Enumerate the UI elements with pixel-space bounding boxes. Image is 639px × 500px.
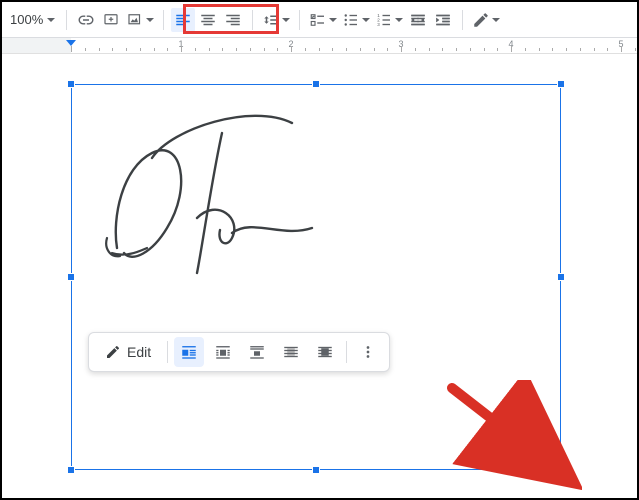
comment-icon: [102, 11, 120, 29]
wrap-front-icon: [316, 343, 334, 361]
line-spacing-dropdown[interactable]: [260, 8, 292, 32]
align-right-icon: [224, 11, 242, 29]
insert-link-button[interactable]: [74, 8, 98, 32]
more-options-button[interactable]: [353, 337, 383, 367]
format-clear-dropdown[interactable]: [470, 8, 502, 32]
wrap-inline-button[interactable]: [174, 337, 204, 367]
align-left-button[interactable]: [171, 8, 195, 32]
wrap-break-icon: [248, 343, 266, 361]
resize-handle-bottom-right[interactable]: [557, 466, 565, 474]
bulleted-list-icon: [342, 11, 360, 29]
line-spacing-icon: [262, 11, 280, 29]
checklist-dropdown[interactable]: [307, 8, 339, 32]
main-toolbar: 100%: [2, 2, 637, 38]
decrease-indent-button[interactable]: [406, 8, 430, 32]
edit-drawing-button[interactable]: Edit: [95, 337, 161, 367]
horizontal-ruler[interactable]: 12345: [2, 38, 637, 54]
chevron-down-icon: [47, 18, 55, 22]
wrap-behind-icon: [282, 343, 300, 361]
resize-handle-top-middle[interactable]: [312, 80, 320, 88]
tools-group: [470, 8, 502, 32]
floating-separator: [346, 341, 347, 363]
wrap-inline-icon: [180, 343, 198, 361]
more-vert-icon: [359, 343, 377, 361]
chevron-down-icon: [282, 18, 290, 22]
image-icon: [126, 11, 144, 29]
insert-group: [74, 8, 156, 32]
insert-comment-button[interactable]: [99, 8, 123, 32]
wrap-front-button[interactable]: [310, 337, 340, 367]
wrap-behind-button[interactable]: [276, 337, 306, 367]
decrease-indent-icon: [409, 11, 427, 29]
toolbar-separator: [163, 10, 164, 30]
checklist-icon: [309, 11, 327, 29]
floating-separator: [167, 341, 168, 363]
increase-indent-icon: [434, 11, 452, 29]
link-icon: [77, 11, 95, 29]
bulleted-list-dropdown[interactable]: [340, 8, 372, 32]
resize-handle-bottom-left[interactable]: [67, 466, 75, 474]
toolbar-separator: [462, 10, 463, 30]
insert-image-dropdown[interactable]: [124, 8, 156, 32]
image-options-toolbar: Edit: [88, 332, 390, 372]
align-group: [171, 8, 245, 32]
chevron-down-icon: [362, 18, 370, 22]
align-center-icon: [199, 11, 217, 29]
resize-handle-bottom-middle[interactable]: [312, 466, 320, 474]
pencil-icon: [105, 344, 121, 360]
resize-handle-middle-right[interactable]: [557, 273, 565, 281]
align-left-icon: [174, 11, 192, 29]
ruler-bg: 12345: [2, 38, 637, 53]
resize-handle-top-right[interactable]: [557, 80, 565, 88]
numbered-list-icon: 123: [375, 11, 393, 29]
wrap-break-button[interactable]: [242, 337, 272, 367]
spacing-group: [260, 8, 292, 32]
align-center-button[interactable]: [196, 8, 220, 32]
chevron-down-icon: [395, 18, 403, 22]
pencil-icon: [472, 11, 490, 29]
chevron-down-icon: [329, 18, 337, 22]
numbered-list-dropdown[interactable]: 123: [373, 8, 405, 32]
increase-indent-button[interactable]: [431, 8, 455, 32]
resize-handle-middle-left[interactable]: [67, 273, 75, 281]
chevron-down-icon: [146, 18, 154, 22]
toolbar-separator: [299, 10, 300, 30]
zoom-dropdown[interactable]: 100%: [6, 8, 59, 32]
resize-handle-top-left[interactable]: [67, 80, 75, 88]
wrap-text-icon: [214, 343, 232, 361]
document-canvas[interactable]: Edit: [2, 54, 637, 498]
toolbar-separator: [252, 10, 253, 30]
align-right-button[interactable]: [221, 8, 245, 32]
zoom-level-label: 100%: [10, 12, 43, 27]
svg-text:3: 3: [378, 22, 381, 27]
wrap-text-button[interactable]: [208, 337, 238, 367]
chevron-down-icon: [492, 18, 500, 22]
edit-label: Edit: [127, 344, 151, 360]
signature-drawing[interactable]: [82, 98, 342, 298]
toolbar-separator: [66, 10, 67, 30]
list-group: 123: [307, 8, 455, 32]
